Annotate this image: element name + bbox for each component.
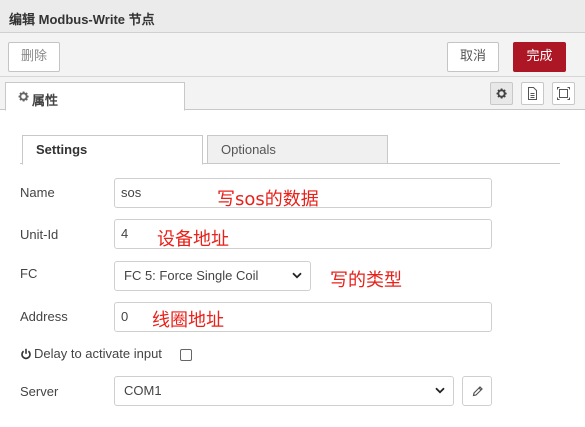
unit-id-label: Unit-Id (20, 227, 59, 242)
unit-id-annotation: 设备地址 (157, 229, 229, 250)
delete-button[interactable]: 删除 (8, 42, 60, 72)
gear-icon (496, 88, 507, 99)
node-settings-button[interactable] (490, 82, 513, 105)
address-label: Address (20, 309, 68, 324)
settings-tab-bar: Settings Optionals (20, 135, 560, 165)
address-annotation: 线圈地址 (152, 310, 224, 331)
fc-label: FC (20, 266, 38, 281)
delay-label: Delay to activate input (34, 346, 162, 361)
tab-optionals[interactable]: Optionals (207, 135, 388, 164)
tab-properties[interactable]: 属性 (5, 82, 185, 111)
node-description-button[interactable] (521, 82, 544, 105)
edit-server-button[interactable] (462, 376, 492, 406)
gear-icon (18, 91, 29, 102)
cancel-button[interactable]: 取消 (447, 42, 499, 72)
node-appearance-button[interactable] (552, 82, 575, 105)
document-icon (528, 87, 537, 100)
power-icon (21, 348, 31, 360)
done-button[interactable]: 完成 (513, 42, 566, 72)
dialog-titlebar: 编辑 Modbus-Write 节点 (0, 0, 585, 33)
frame-icon (557, 87, 570, 100)
name-annotation: 写sos的数据 (217, 189, 319, 210)
chevron-down-icon (435, 387, 445, 394)
server-select-value: COM1 (124, 383, 162, 398)
delay-checkbox[interactable] (180, 349, 192, 361)
delay-row: Delay to activate input (20, 346, 162, 361)
dialog-title: 编辑 Modbus-Write 节点 (9, 12, 155, 27)
name-label: Name (20, 185, 55, 200)
fc-annotation: 写的类型 (330, 270, 402, 291)
server-select[interactable]: COM1 (114, 376, 454, 406)
pencil-icon (472, 386, 483, 397)
chevron-down-icon (292, 272, 302, 279)
tab-settings[interactable]: Settings (22, 135, 203, 165)
server-label: Server (20, 384, 59, 399)
tab-properties-label: 属性 (32, 94, 59, 109)
dialog-toolbar: 删除 取消 完成 (0, 33, 585, 77)
fc-select[interactable]: FC 5: Force Single Coil (114, 261, 311, 291)
properties-tab-bar: 属性 (0, 77, 585, 111)
fc-select-value: FC 5: Force Single Coil (124, 268, 259, 283)
